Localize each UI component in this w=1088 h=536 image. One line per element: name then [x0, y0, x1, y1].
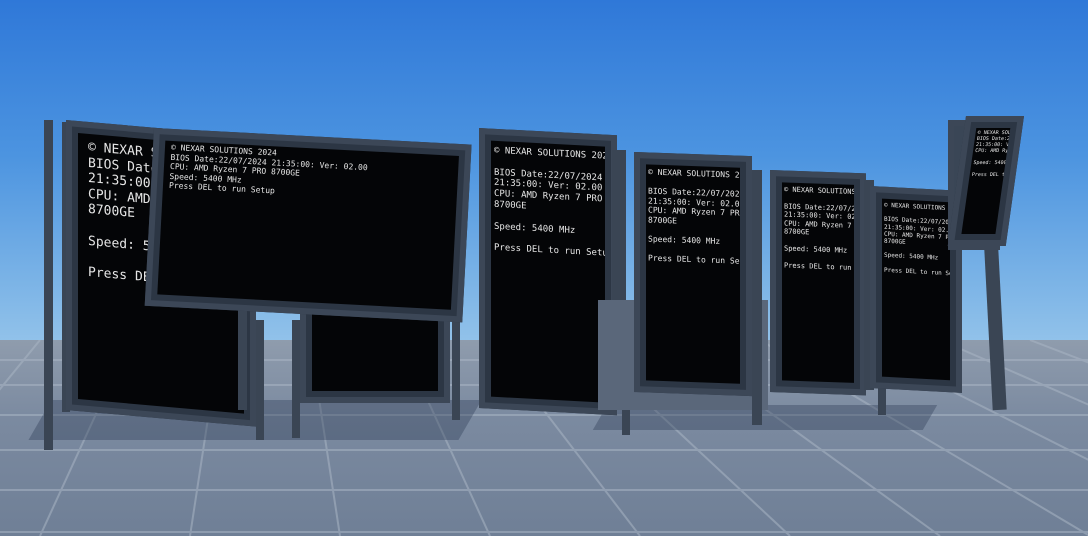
bios-screen: © NEXAR SOLUTIONS 2024 BIOS Date:22/07/2… [782, 182, 854, 383]
sign-left-tilted: © NEXAR SOLUTIONS 2024 BIOS Date:22/07/20… [144, 128, 472, 323]
bios-text-line: Speed: 5400 [972, 160, 1007, 166]
bios-text-line: CPU: AMD Ryzen [974, 148, 1011, 154]
sign-center: © NEXAR SOLUTIONS 2024 BIOS Date:22/07/2… [479, 128, 617, 416]
sign-post [292, 320, 300, 438]
bios-screen: © NEXAR SOLUTIONS 2024 BIOS Date:22/07/2… [882, 198, 950, 381]
sign-post [983, 229, 1007, 411]
sign-post [452, 320, 460, 420]
sign-center-right: © NEXAR SOLUTIONS 2024 BIOS Date:22/07/2… [634, 152, 752, 397]
bios-text-line: Press DEL to run Setup [648, 253, 740, 267]
sign-post [44, 120, 53, 450]
sign-post [752, 170, 762, 425]
bios-screen: © NEXAR SOLUTIONS 2024 BIOS Date:22/07/20… [157, 140, 459, 310]
sign-post [256, 320, 264, 440]
bios-text-line: Press DEL to run [971, 172, 1009, 178]
bios-screen: © NEXAR SOLUTIONS 2024 BIOS Date:22/07/2… [646, 164, 740, 384]
bios-text-line: Press DEL to run Setup [784, 261, 852, 272]
sign-post [238, 300, 247, 410]
sign-scene: © NEXAR SO BIOS Date 21:35:00 CPU: AMD R 870… [0, 0, 1088, 536]
bios-screen: © NEXAR SOLU BIOS Date:22/07 21:35:00: Ver… [961, 128, 1011, 234]
sign-right: © NEXAR SOLUTIONS 2024 BIOS Date:22/07/2… [770, 170, 866, 396]
bios-screen: © NEXAR SOLUTIONS 2024 BIOS Date:22/07/2… [491, 140, 605, 403]
